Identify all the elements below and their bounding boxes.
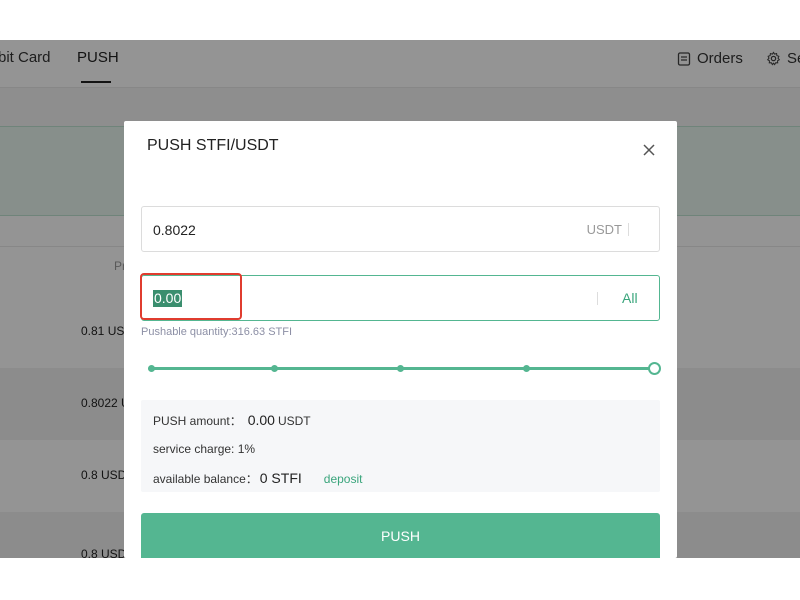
unit-divider [628, 223, 629, 236]
close-icon [643, 144, 655, 156]
annotation-highlight-box [140, 273, 242, 320]
available-balance-label: available balance： [153, 472, 258, 486]
service-charge: service charge: 1% [153, 442, 256, 456]
slider-mark[interactable] [148, 365, 155, 372]
pushable-quantity-hint: Pushable quantity:316.63 STFI [141, 326, 293, 338]
push-amount-line: PUSH amount： 0.00 USDT [153, 412, 311, 429]
close-button[interactable] [640, 141, 658, 159]
all-button[interactable]: All [622, 290, 638, 306]
quantity-slider[interactable] [148, 362, 661, 375]
price-input[interactable] [153, 219, 533, 241]
summary-panel: PUSH amount： 0.00 USDT service charge: 1% … [141, 400, 660, 492]
available-balance-value: 0 STFI [259, 470, 302, 486]
price-unit: USDT [586, 222, 622, 237]
slider-handle[interactable] [648, 362, 661, 375]
push-amount-value: 0.00 [247, 412, 275, 428]
screenshot-stage: bit Card PUSH Orders Se Pr 0.81 USD 0.80… [0, 0, 800, 600]
deposit-link[interactable]: deposit [324, 472, 363, 486]
dialog-title: PUSH STFI/USDT [147, 137, 279, 154]
available-balance-line: available balance： 0 STFI deposit [153, 470, 362, 487]
push-button[interactable]: PUSH [141, 513, 660, 558]
price-field: USDT [141, 206, 660, 252]
push-amount-label: PUSH amount： [153, 414, 242, 428]
slider-mark[interactable] [397, 365, 404, 372]
all-divider [597, 292, 598, 305]
push-amount-unit: USDT [277, 414, 311, 428]
slider-mark[interactable] [523, 365, 530, 372]
push-dialog: PUSH STFI/USDT USDT 0.00 All Pushable qu… [124, 121, 677, 558]
slider-mark[interactable] [271, 365, 278, 372]
